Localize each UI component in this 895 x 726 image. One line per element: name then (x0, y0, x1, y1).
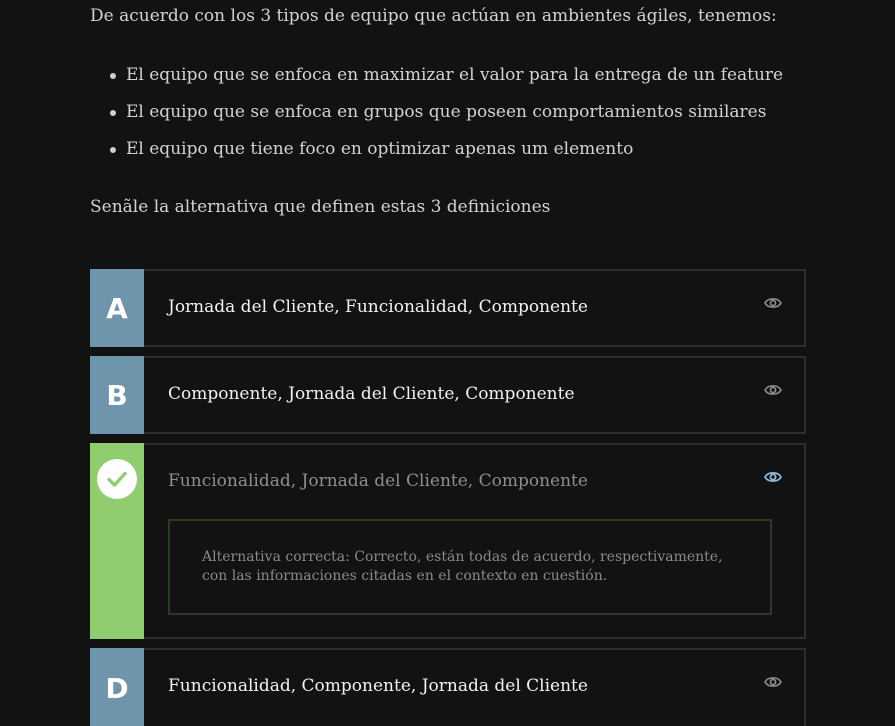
definition-text: El equipo que tiene foco en optimizar ap… (126, 139, 634, 159)
option-text: Jornada del Cliente, Funcionalidad, Comp… (168, 297, 588, 317)
bullet-dot (110, 110, 116, 116)
option-correct-badge (90, 443, 144, 639)
eye-icon[interactable] (764, 675, 782, 689)
eye-icon[interactable] (764, 296, 782, 310)
option-c-correct[interactable]: Funcionalidad, Jornada del Cliente, Comp… (90, 443, 806, 639)
eye-icon[interactable] (764, 470, 782, 484)
bullet-dot (110, 147, 116, 153)
option-b[interactable]: B Componente, Jornada del Cliente, Compo… (90, 356, 806, 434)
question-intro: De acuerdo con los 3 tipos de equipo que… (90, 6, 777, 26)
question-prompt: Senãle la alternativa que definen estas … (90, 197, 551, 217)
option-text: Funcionalidad, Jornada del Cliente, Comp… (168, 471, 588, 491)
option-text: Componente, Jornada del Cliente, Compone… (168, 384, 575, 404)
option-a[interactable]: A Jornada del Cliente, Funcionalidad, Co… (90, 269, 806, 347)
definition-text: El equipo que se enfoca en grupos que po… (126, 102, 767, 122)
eye-icon[interactable] (764, 383, 782, 397)
option-letter: D (105, 671, 129, 705)
option-letter-badge: A (90, 269, 144, 347)
option-text: Funcionalidad, Componente, Jornada del C… (168, 676, 588, 696)
definition-list: El equipo que se enfoca en maximizar el … (90, 65, 783, 176)
option-letter: B (106, 378, 128, 412)
definition-item: El equipo que se enfoca en maximizar el … (90, 65, 783, 102)
definition-item: El equipo que tiene foco en optimizar ap… (90, 139, 783, 176)
definition-item: El equipo que se enfoca en grupos que po… (90, 102, 783, 139)
definition-text: El equipo que se enfoca en maximizar el … (126, 65, 784, 85)
option-letter: A (106, 291, 128, 325)
answer-feedback: Alternativa correcta: Correcto, están to… (168, 519, 772, 615)
option-letter-badge: B (90, 356, 144, 434)
check-icon (97, 459, 137, 499)
option-letter-badge: D (90, 648, 144, 726)
option-d[interactable]: D Funcionalidad, Componente, Jornada del… (90, 648, 806, 726)
bullet-dot (110, 73, 116, 79)
